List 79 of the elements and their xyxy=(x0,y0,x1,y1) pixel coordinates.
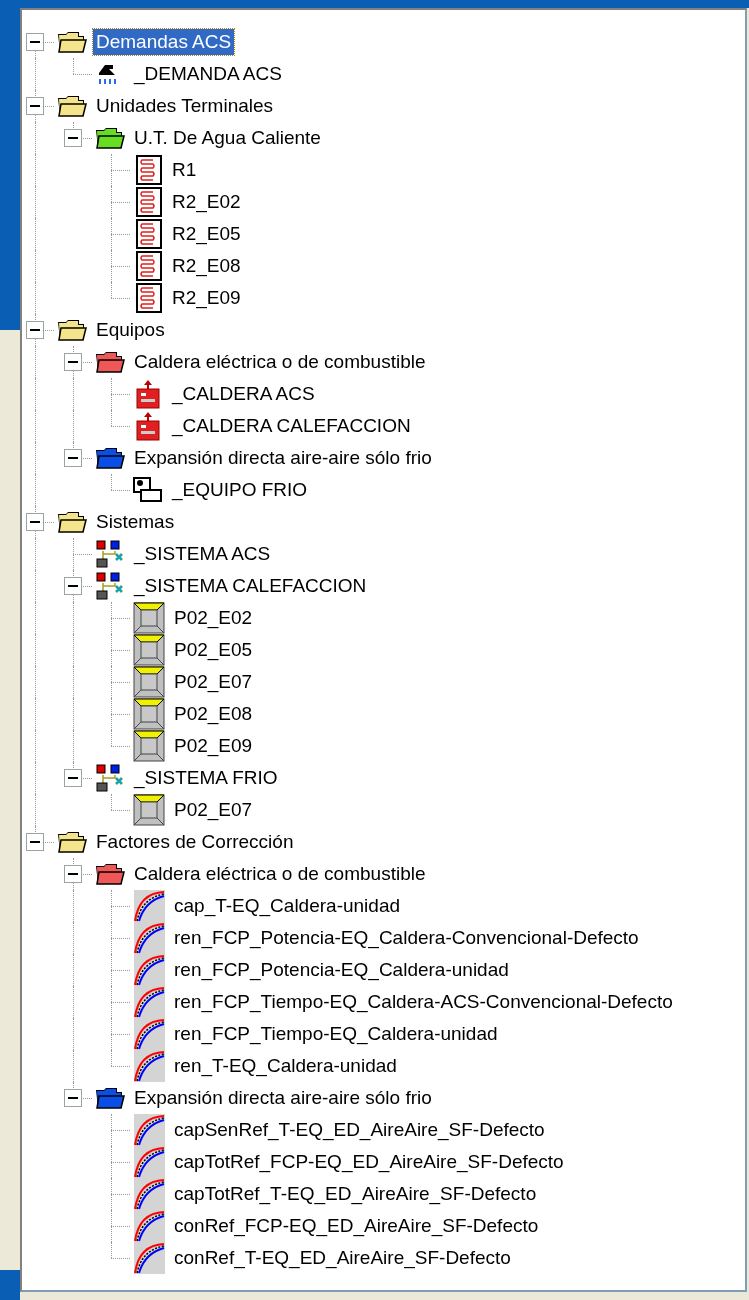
tree-item[interactable]: P02_E05 xyxy=(171,637,256,663)
tree-item[interactable]: _DEMANDA ACS xyxy=(131,61,285,87)
tree-item[interactable]: R2_E09 xyxy=(169,285,244,311)
terminal-icon xyxy=(133,602,165,634)
curve-chart-icon xyxy=(133,1178,165,1210)
curve-chart-icon xyxy=(133,1210,165,1242)
boiler-icon xyxy=(133,379,163,409)
tree-item[interactable]: P02_E07 xyxy=(171,797,256,823)
tree-item[interactable]: Demandas ACS xyxy=(93,29,235,55)
tree-item[interactable]: Equipos xyxy=(93,317,168,343)
tree-item[interactable]: Sistemas xyxy=(93,509,178,535)
tree-item[interactable]: ren_FCP_Tiempo-EQ_Caldera-ACS-Convencional-Defecto xyxy=(171,989,676,1015)
radiator-icon xyxy=(133,219,163,249)
tree-item[interactable]: Expansión directa aire-aire sólo frio xyxy=(131,445,435,471)
tree-item[interactable]: capTotRef_T-EQ_ED_AireAire_SF-Defecto xyxy=(171,1181,540,1207)
tree-item[interactable]: ren_FCP_Potencia-EQ_Caldera-Convencional-Defecto xyxy=(171,925,642,951)
curve-chart-icon xyxy=(133,986,165,1018)
tree-item[interactable]: capTotRef_FCP-EQ_ED_AireAire_SF-Defecto xyxy=(171,1149,567,1175)
tree-item[interactable]: _SISTEMA FRIO xyxy=(131,765,281,791)
terminal-icon xyxy=(133,730,165,762)
curve-chart-icon xyxy=(133,1018,165,1050)
tree-item[interactable]: ren_T-EQ_Caldera-unidad xyxy=(171,1053,400,1079)
tree-item[interactable]: Unidades Terminales xyxy=(93,93,277,119)
tree-item[interactable]: _CALDERA ACS xyxy=(169,381,318,407)
tree-item[interactable]: R2_E08 xyxy=(169,253,244,279)
collapse-button[interactable] xyxy=(64,1089,82,1107)
unit-icon xyxy=(133,476,163,504)
tree-item[interactable]: ren_FCP_Potencia-EQ_Caldera-unidad xyxy=(171,957,512,983)
system-icon xyxy=(95,539,125,569)
collapse-button[interactable] xyxy=(64,577,82,595)
curve-chart-icon xyxy=(133,1114,165,1146)
terminal-icon xyxy=(133,634,165,666)
curve-chart-icon xyxy=(133,954,165,986)
tree-item[interactable]: _EQUIPO FRIO xyxy=(169,477,311,503)
radiator-icon xyxy=(133,283,163,313)
collapse-button[interactable] xyxy=(26,97,44,115)
tree-item[interactable]: ren_FCP_Tiempo-EQ_Caldera-unidad xyxy=(171,1021,501,1047)
curve-chart-icon xyxy=(133,1050,165,1082)
radiator-icon xyxy=(133,251,163,281)
tree-item[interactable]: Caldera eléctrica o de combustible xyxy=(131,349,429,375)
tree-item[interactable]: _CALDERA CALEFACCION xyxy=(169,413,414,439)
tree-item[interactable]: R1 xyxy=(169,157,200,183)
tree-item[interactable]: conRef_T-EQ_ED_AireAire_SF-Defecto xyxy=(171,1245,514,1271)
curve-chart-icon xyxy=(133,1242,165,1274)
tree-item[interactable]: R2_E02 xyxy=(169,189,244,215)
collapse-button[interactable] xyxy=(64,449,82,467)
curve-chart-icon xyxy=(133,922,165,954)
collapse-button[interactable] xyxy=(26,513,44,531)
tree-item[interactable]: P02_E02 xyxy=(171,605,256,631)
collapse-button[interactable] xyxy=(64,353,82,371)
tree-item[interactable]: cap_T-EQ_Caldera-unidad xyxy=(171,893,404,919)
tree-item[interactable]: Expansión directa aire-aire sólo frio xyxy=(131,1085,435,1111)
radiator-icon xyxy=(133,187,163,217)
boiler-icon xyxy=(133,411,163,441)
tree-item[interactable]: R2_E05 xyxy=(169,221,244,247)
collapse-button[interactable] xyxy=(26,833,44,851)
radiator-icon xyxy=(133,155,163,185)
tree-item[interactable]: Caldera eléctrica o de combustible xyxy=(131,861,429,887)
tree-item[interactable]: _SISTEMA ACS xyxy=(131,541,274,567)
collapse-button[interactable] xyxy=(64,865,82,883)
terminal-icon xyxy=(133,666,165,698)
collapse-button[interactable] xyxy=(64,769,82,787)
terminal-icon xyxy=(133,794,165,826)
system-icon xyxy=(95,763,125,793)
tree-item[interactable]: Factores de Corrección xyxy=(93,829,297,855)
collapse-button[interactable] xyxy=(64,129,82,147)
collapse-button[interactable] xyxy=(26,321,44,339)
curve-chart-icon xyxy=(133,890,165,922)
tree-item[interactable]: conRef_FCP-EQ_ED_AireAire_SF-Defecto xyxy=(171,1213,542,1239)
curve-chart-icon xyxy=(133,1146,165,1178)
tree-item[interactable]: P02_E08 xyxy=(171,701,256,727)
tree-item[interactable]: P02_E09 xyxy=(171,733,256,759)
tree-item[interactable]: P02_E07 xyxy=(171,669,256,695)
terminal-icon xyxy=(133,698,165,730)
tree-item[interactable]: _SISTEMA CALEFACCION xyxy=(131,573,370,599)
tree-item[interactable]: capSenRef_T-EQ_ED_AireAire_SF-Defecto xyxy=(171,1117,548,1143)
system-icon xyxy=(95,571,125,601)
tree-item[interactable]: U.T. De Agua Caliente xyxy=(131,125,324,151)
collapse-button[interactable] xyxy=(26,33,44,51)
